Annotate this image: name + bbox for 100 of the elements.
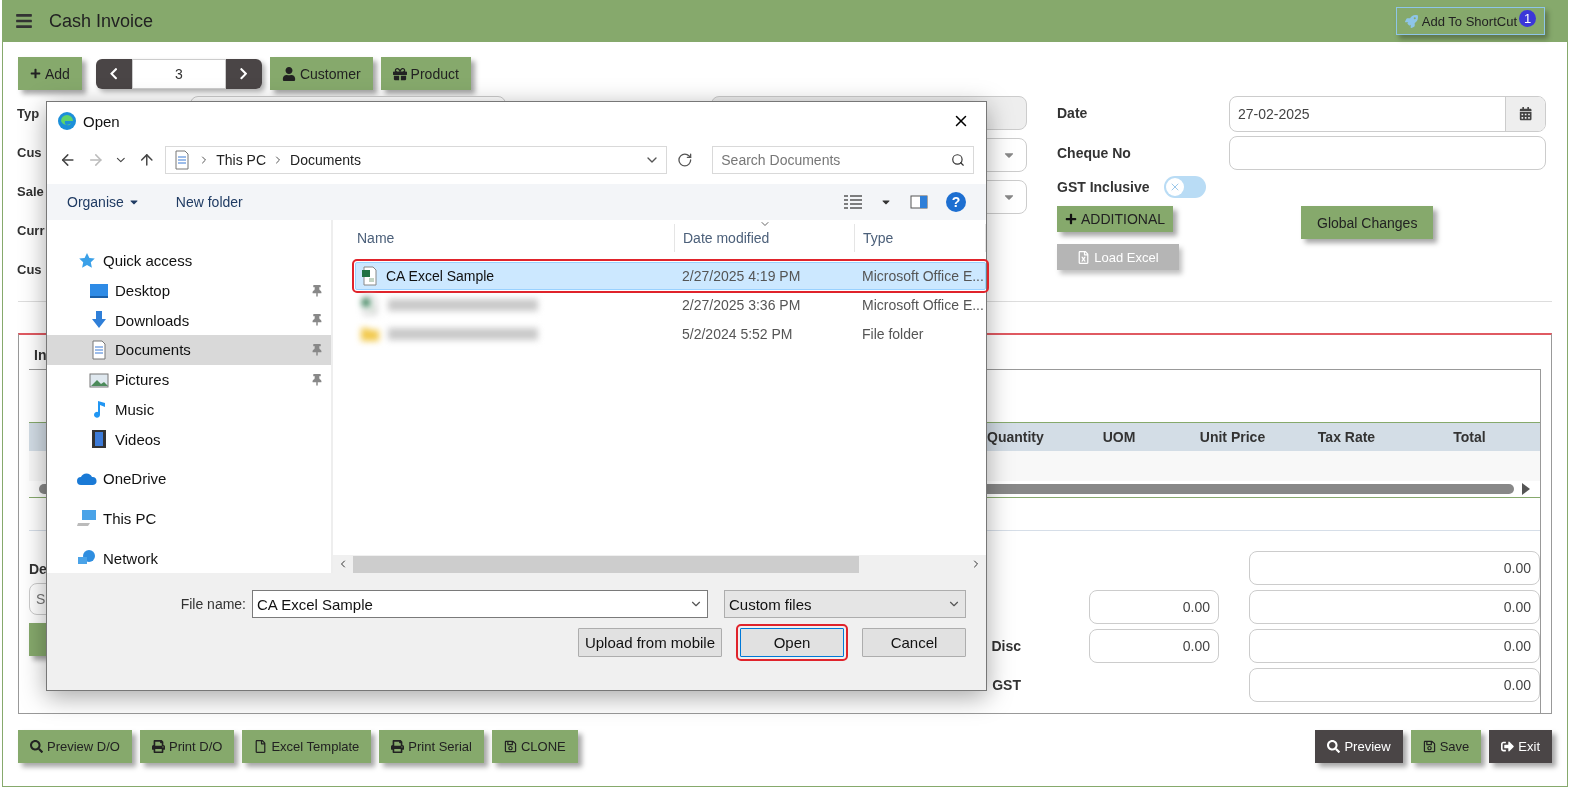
address-bar[interactable]: This PC Documents — [165, 146, 667, 174]
footer-button[interactable]: Print Serial — [379, 730, 484, 763]
nav-item[interactable]: Network — [47, 543, 331, 574]
additional-button[interactable]: ADDITIONAL — [1057, 206, 1173, 232]
field-label: File name: — [180, 596, 246, 612]
plus-icon — [30, 68, 41, 79]
nav-item[interactable]: OneDrive — [47, 463, 331, 494]
nav-item[interactable]: Downloads — [47, 305, 331, 336]
file-row[interactable]: 2/27/2025 3:36 PM Microsoft Office E... — [355, 291, 986, 319]
column-header: Total — [1452, 428, 1487, 447]
file-date: 2/27/2025 3:36 PM — [681, 297, 802, 313]
calendar-icon — [1518, 107, 1533, 121]
field-label: Cus — [17, 260, 42, 279]
nav-item[interactable]: This PC — [47, 503, 331, 534]
nav-item[interactable]: Documents — [47, 335, 331, 365]
horizontal-scrollbar[interactable] — [333, 555, 986, 573]
footer-button[interactable]: CLONE — [491, 730, 578, 763]
breadcrumb[interactable]: Documents — [290, 152, 361, 168]
nav-item[interactable]: Desktop — [47, 275, 331, 306]
footer-button[interactable]: Excel Template — [242, 730, 372, 763]
file-type: Microsoft Office E... — [861, 268, 985, 284]
page-title: Cash Invoice — [49, 10, 155, 32]
column-header[interactable]: Name — [333, 224, 675, 252]
refresh-icon[interactable] — [676, 152, 693, 168]
count-badge: 1 — [1519, 9, 1536, 27]
file-row[interactable]: 5/2/2024 5:52 PM File folder — [355, 320, 986, 348]
record-number-field[interactable]: 3 — [131, 58, 226, 89]
amount-field[interactable]: 0.00 — [1249, 668, 1540, 702]
pin-icon[interactable] — [311, 284, 323, 297]
nav-item[interactable]: Quick access — [47, 246, 331, 276]
column-header: Quantity — [987, 428, 1045, 447]
organise-menu[interactable]: Organise — [67, 194, 140, 210]
date-field[interactable]: 27-02-2025 — [1229, 96, 1546, 132]
toolbar-button[interactable]: Customer — [269, 57, 373, 90]
amount-field[interactable]: 0.00 — [1249, 590, 1540, 624]
file-row[interactable]: CA Excel Sample 2/27/2025 4:19 PM Microsoft Office E... — [355, 262, 986, 290]
view-list-icon[interactable] — [844, 195, 862, 209]
previous-button[interactable] — [95, 58, 132, 89]
file-name-field[interactable]: CA Excel Sample — [252, 590, 708, 618]
preview-pane-icon[interactable] — [910, 195, 928, 209]
dialog-button[interactable]: Upload from mobile — [577, 628, 722, 657]
field-label: Date — [1057, 104, 1088, 123]
dialog-button[interactable]: Cancel — [862, 628, 966, 657]
footer-button[interactable]: Save — [1410, 730, 1482, 763]
search-icon — [951, 153, 965, 167]
next-button[interactable] — [225, 58, 262, 89]
new-folder-button[interactable]: New folder — [175, 194, 243, 210]
printer-icon — [391, 740, 405, 753]
amount-field[interactable]: 0.00 — [1089, 629, 1219, 663]
pin-icon[interactable] — [311, 314, 323, 327]
file-type: Microsoft Office E... — [861, 297, 985, 313]
film-icon — [89, 429, 109, 450]
total-label: GST — [992, 677, 1021, 693]
nav-item[interactable]: Videos — [47, 424, 331, 454]
file-name: CA Excel Sample — [386, 268, 495, 284]
file-icon — [254, 740, 268, 753]
menu-icon[interactable] — [15, 12, 33, 30]
pin-icon[interactable] — [311, 373, 323, 386]
add-button[interactable]: Add — [18, 57, 82, 90]
rocket-icon — [1404, 14, 1418, 28]
search-field[interactable]: Search Documents — [712, 146, 974, 174]
browser-logo-icon — [57, 111, 77, 131]
amount-field[interactable]: 0.00 — [1249, 551, 1540, 585]
document-icon — [89, 339, 109, 360]
amount-field[interactable]: 0.00 — [1249, 629, 1540, 663]
gst-toggle[interactable] — [1163, 176, 1206, 198]
nav-item[interactable]: Music — [47, 394, 331, 425]
add-to-shortcut-button[interactable]: Add To ShortCut 1 — [1395, 7, 1545, 35]
gift-icon — [392, 66, 407, 81]
file-date: 5/2/2024 5:52 PM — [681, 326, 794, 342]
field-label: Typ — [17, 104, 40, 123]
file-type-select[interactable]: Custom files — [724, 590, 966, 618]
tab[interactable]: In — [34, 347, 47, 363]
field-label: Curr — [17, 221, 45, 240]
column-header: Tax Rate — [1316, 428, 1377, 447]
exit-icon — [1501, 740, 1515, 753]
toolbar-button[interactable]: Product — [380, 57, 471, 90]
footer-button[interactable]: Print D/O — [139, 730, 235, 763]
field-label: De — [29, 561, 47, 577]
help-button[interactable]: ? — [946, 192, 966, 212]
global-changes-button[interactable]: Global Changes — [1301, 206, 1434, 239]
column-header[interactable]: Type — [855, 224, 986, 252]
scroll-right-icon[interactable] — [1522, 483, 1530, 495]
column-header[interactable]: Date modified — [675, 224, 855, 252]
search-icon — [30, 740, 43, 753]
footer-button[interactable]: Preview D/O — [18, 730, 132, 763]
excel-file-icon — [1077, 250, 1091, 264]
footer-button[interactable]: Preview — [1315, 730, 1403, 763]
amount-field[interactable]: 0.00 — [1089, 590, 1219, 624]
field-label: GST Inclusive — [1057, 178, 1150, 197]
cheque-number-field[interactable] — [1229, 136, 1546, 170]
field-label: Sale — [17, 182, 44, 201]
spreadsheet-file-icon — [360, 295, 380, 315]
breadcrumb[interactable]: This PC — [216, 152, 267, 168]
footer-button[interactable]: Exit — [1489, 730, 1552, 763]
field-label: Cheque No — [1057, 144, 1131, 163]
calendar-button[interactable] — [1505, 97, 1545, 131]
plus-icon — [1065, 213, 1077, 225]
column-header: UOM — [1101, 428, 1137, 447]
nav-item[interactable]: Pictures — [47, 364, 331, 395]
